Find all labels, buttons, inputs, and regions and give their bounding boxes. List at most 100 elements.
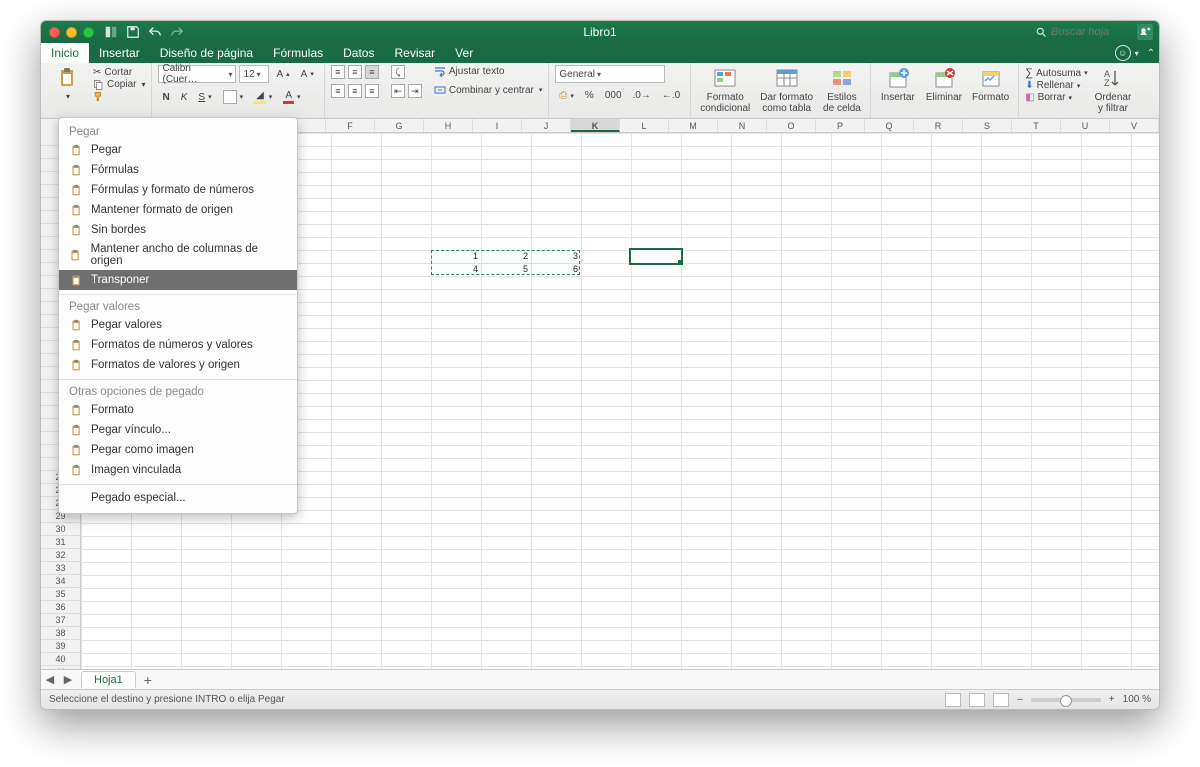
bold-button[interactable]: N xyxy=(158,90,173,105)
save-icon[interactable] xyxy=(126,25,140,39)
account-icon[interactable]: ☺ xyxy=(1115,45,1131,61)
view-normal-button[interactable] xyxy=(945,693,961,707)
align-left-button[interactable]: ≡ xyxy=(331,84,345,98)
cell[interactable]: 1 xyxy=(431,250,481,263)
view-layout-button[interactable] xyxy=(969,693,985,707)
cell[interactable]: 4 xyxy=(431,263,481,276)
cell[interactable]: 2 xyxy=(481,250,531,263)
tab-formulas[interactable]: Fórmulas xyxy=(263,43,333,63)
row-header-40[interactable]: 40 xyxy=(41,653,80,666)
paste-option-f-rmulas-y-formato-de-n-meros[interactable]: Fórmulas y formato de números xyxy=(59,180,297,200)
autosum-button[interactable]: ∑Autosuma▾ xyxy=(1025,67,1087,79)
share-button[interactable] xyxy=(1137,24,1153,40)
fill-color-button[interactable]: ◢▾ xyxy=(250,88,276,106)
number-format-dropdown[interactable]: General▾ xyxy=(555,65,665,83)
tab-revisar[interactable]: Revisar xyxy=(384,43,445,63)
column-header-V[interactable]: V xyxy=(1110,119,1159,132)
column-header-T[interactable]: T xyxy=(1012,119,1061,132)
paste-option-mantener-formato-de-origen[interactable]: Mantener formato de origen xyxy=(59,200,297,220)
home-icon[interactable] xyxy=(104,25,118,39)
percent-button[interactable]: % xyxy=(581,88,598,103)
paste-option-pegar-v-nculo-[interactable]: Pegar vínculo... xyxy=(59,420,297,440)
font-color-button[interactable]: A▾ xyxy=(279,88,304,106)
delete-cells-button[interactable]: Eliminar xyxy=(923,65,965,106)
currency-button[interactable]: ⎙▾ xyxy=(555,88,578,103)
format-as-table-button[interactable]: Dar formato como tabla xyxy=(757,65,816,116)
paste-option-formatos-de-valores-y-origen[interactable]: Formatos de valores y origen xyxy=(59,355,297,375)
column-header-M[interactable]: M xyxy=(669,119,718,132)
insert-cells-button[interactable]: Insertar xyxy=(877,65,919,106)
orientation-button[interactable]: ⤹ xyxy=(391,65,405,79)
wrap-text-button[interactable]: Ajustar texto xyxy=(434,65,543,77)
increase-indent-button[interactable]: ⇥ xyxy=(408,84,422,98)
row-header-34[interactable]: 34 xyxy=(41,575,80,588)
zoom-slider[interactable] xyxy=(1031,698,1101,702)
column-header-N[interactable]: N xyxy=(718,119,767,132)
column-header-K[interactable]: K xyxy=(571,119,620,132)
copy-button[interactable]: Copiar▾ xyxy=(93,79,145,90)
sheet-tab-1[interactable]: Hoja1 xyxy=(81,671,136,688)
tab-ver[interactable]: Ver xyxy=(445,43,483,63)
active-cell[interactable] xyxy=(631,250,681,263)
row-header-41[interactable]: 41 xyxy=(41,666,80,669)
search-input[interactable] xyxy=(1051,26,1131,38)
decrease-decimal-button[interactable]: ←.0 xyxy=(658,88,684,103)
paste-option-pegar-valores[interactable]: Pegar valores xyxy=(59,315,297,335)
align-center-button[interactable]: ≡ xyxy=(348,84,362,98)
row-header-36[interactable]: 36 xyxy=(41,601,80,614)
cell[interactable]: 5 xyxy=(481,263,531,276)
undo-icon[interactable] xyxy=(148,25,162,39)
row-header-37[interactable]: 37 xyxy=(41,614,80,627)
underline-button[interactable]: S▾ xyxy=(194,90,215,105)
next-sheet-button[interactable]: ▶ xyxy=(59,673,77,686)
align-bottom-button[interactable]: ≡ xyxy=(365,65,379,79)
italic-button[interactable]: K xyxy=(177,90,192,105)
row-header-31[interactable]: 31 xyxy=(41,536,80,549)
tab-datos[interactable]: Datos xyxy=(333,43,384,63)
maximize-window-button[interactable] xyxy=(83,27,94,38)
row-header-33[interactable]: 33 xyxy=(41,562,80,575)
column-header-O[interactable]: O xyxy=(767,119,816,132)
cell-styles-button[interactable]: Estilos de celda xyxy=(820,65,864,116)
decrease-indent-button[interactable]: ⇤ xyxy=(391,84,405,98)
borders-button[interactable]: ▾ xyxy=(219,88,248,106)
paste-option-pegar-como-imagen[interactable]: Pegar como imagen xyxy=(59,440,297,460)
cut-button[interactable]: ✂ Cortar xyxy=(93,67,145,78)
row-header-30[interactable]: 30 xyxy=(41,523,80,536)
row-header-38[interactable]: 38 xyxy=(41,627,80,640)
column-header-S[interactable]: S xyxy=(963,119,1012,132)
cell[interactable]: 6 xyxy=(531,263,581,276)
sort-filter-button[interactable]: AZ Ordenar y filtrar xyxy=(1092,65,1135,116)
align-right-button[interactable]: ≡ xyxy=(365,84,379,98)
column-header-U[interactable]: U xyxy=(1061,119,1110,132)
clear-button[interactable]: ◧Borrar▾ xyxy=(1025,92,1087,103)
view-break-button[interactable] xyxy=(993,693,1009,707)
column-header-L[interactable]: L xyxy=(620,119,669,132)
conditional-format-button[interactable]: Formato condicional xyxy=(697,65,753,116)
decrease-font-button[interactable]: A▾ xyxy=(297,67,318,82)
column-header-P[interactable]: P xyxy=(816,119,865,132)
close-window-button[interactable] xyxy=(49,27,60,38)
paste-option-pegar[interactable]: Pegar xyxy=(59,140,297,160)
paste-option-transponer[interactable]: Transponer xyxy=(59,270,297,290)
tab-diseno-pagina[interactable]: Diseño de página xyxy=(150,43,263,63)
paste-option-formatos-de-n-meros-y-valores[interactable]: Formatos de números y valores xyxy=(59,335,297,355)
tab-insertar[interactable]: Insertar xyxy=(89,43,150,63)
paste-option-imagen-vinculada[interactable]: Imagen vinculada xyxy=(59,460,297,480)
row-header-32[interactable]: 32 xyxy=(41,549,80,562)
paste-option-mantener-ancho-de-columnas-de-origen[interactable]: Mantener ancho de columnas de origen xyxy=(59,240,297,270)
font-name-dropdown[interactable]: Calibri (Cuer…▾ xyxy=(158,65,236,83)
search-box[interactable] xyxy=(1035,26,1131,38)
column-header-G[interactable]: G xyxy=(375,119,424,132)
redo-icon[interactable] xyxy=(170,25,184,39)
column-header-R[interactable]: R xyxy=(914,119,963,132)
column-header-Q[interactable]: Q xyxy=(865,119,914,132)
collapse-ribbon-button[interactable]: ⌃ xyxy=(1147,48,1155,59)
paste-option-f-rmulas[interactable]: Fórmulas xyxy=(59,160,297,180)
paste-special-button[interactable]: Pegado especial... xyxy=(59,489,297,507)
paste-option-sin-bordes[interactable]: Sin bordes xyxy=(59,220,297,240)
paste-button[interactable]: ▾ xyxy=(47,65,89,103)
row-header-35[interactable]: 35 xyxy=(41,588,80,601)
column-header-J[interactable]: J xyxy=(522,119,571,132)
merge-center-button[interactable]: Combinar y centrar▾ xyxy=(434,84,543,96)
